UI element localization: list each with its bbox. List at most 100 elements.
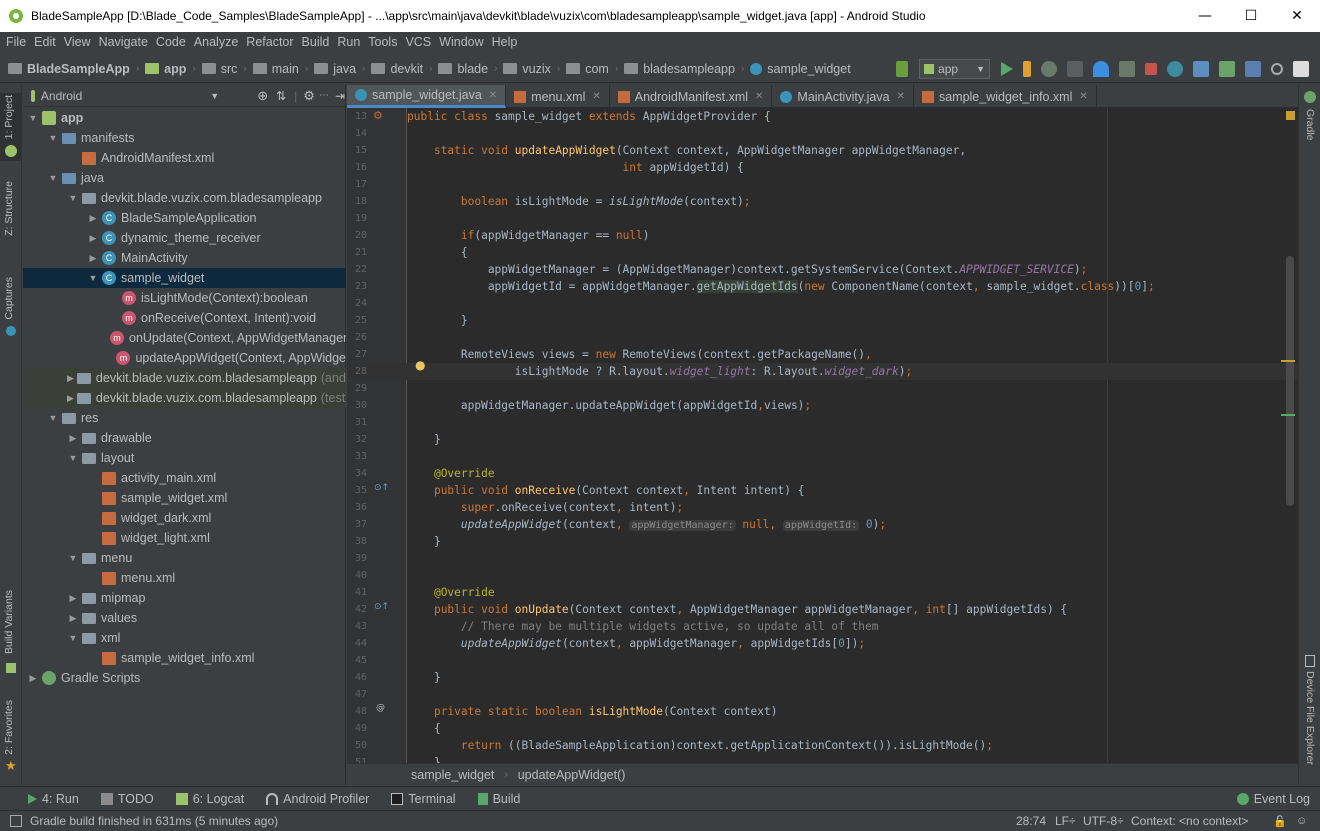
debug-icon[interactable] [1041,61,1057,77]
lightbulb-icon[interactable]: ● [415,358,425,372]
tree-item[interactable]: ▶ mipmap [23,588,346,608]
tree-item[interactable]: ▶ devkit.blade.vuzix.com.bladesampleapp (a… [23,368,346,388]
breadcrumb-method[interactable]: updateAppWidget() [518,768,626,782]
menu-window[interactable]: Window [439,35,483,49]
code-line[interactable]: 43 // There may be multiple widgets acti… [347,618,1298,635]
warning-stripe[interactable] [1281,360,1295,362]
editor-tab[interactable]: MainActivity.java ✕ [772,85,914,108]
code-line[interactable]: 13 public class sample_widget extends App… [347,108,1298,125]
stop-icon[interactable] [1145,63,1157,75]
breadcrumb-item[interactable]: app › [145,62,198,76]
breadcrumb-item[interactable]: main › [252,62,310,76]
chevron-right-icon[interactable]: ▶ [67,433,79,444]
code-line[interactable]: 29 [347,380,1298,397]
breadcrumb-item[interactable]: BladeSampleApp › [8,62,141,76]
tree-item[interactable]: ▶ Cdynamic_theme_receiver [23,228,346,248]
menu-edit[interactable]: Edit [34,35,56,49]
code-line[interactable]: 45 [347,652,1298,669]
breadcrumb-item[interactable]: com › [566,62,620,76]
gear-icon[interactable]: ⚙ [303,88,315,104]
code-line[interactable]: 23 appWidgetId = appWidgetManager.getApp… [347,278,1298,295]
code-line[interactable]: 39 [347,550,1298,567]
code-line[interactable]: 46 } [347,669,1298,686]
breadcrumb-item[interactable]: sample_widget [750,62,851,76]
tree-item[interactable]: ▼ Csample_widget [23,268,346,288]
editor-tab[interactable]: menu.xml ✕ [506,85,610,108]
override-gutter-icon[interactable]: ⊙↑ [374,483,389,493]
code-line[interactable]: 41 @Override [347,584,1298,601]
chevron-icon[interactable]: ⋯ [319,90,329,101]
code-line[interactable]: 31 [347,414,1298,431]
tree-item[interactable]: m updateAppWidget(Context, AppWidge [23,348,346,368]
scroll-from-source-icon[interactable]: ⊕ [257,88,268,104]
code-line[interactable]: 18 boolean isLightMode = isLightMode(con… [347,193,1298,210]
code-line[interactable]: 48 private static boolean isLightMode(Co… [347,703,1298,720]
code-line[interactable]: 24 [347,295,1298,312]
menu-navigate[interactable]: Navigate [99,35,148,49]
tree-item[interactable]: widget_light.xml [23,528,346,548]
lock-icon[interactable]: 🔓 [1273,815,1287,828]
tree-item[interactable]: ▶ devkit.blade.vuzix.com.bladesampleapp (t… [23,388,346,408]
breadcrumb-item[interactable]: blade › [438,62,499,76]
user-icon[interactable] [1293,61,1309,77]
tree-item[interactable]: ▼ devkit.blade.vuzix.com.bladesampleapp [23,188,346,208]
code-line[interactable]: 33 [347,448,1298,465]
tree-item[interactable]: ▶ Gradle Scripts [23,668,346,688]
terminal-tool-button[interactable]: Terminal [391,792,456,806]
minimize-button[interactable]: — [1182,0,1228,32]
tree-item[interactable]: AndroidManifest.xml [23,148,346,168]
chevron-down-icon[interactable]: ▼ [47,413,59,423]
editor-scrollbar[interactable] [1286,256,1294,506]
tab-project[interactable]: 1: Project [3,95,15,139]
tree-item[interactable]: activity_main.xml [23,468,346,488]
code-line[interactable]: 16 int appWidgetId) { [347,159,1298,176]
breadcrumb-item[interactable]: java › [314,62,367,76]
search-icon[interactable] [1271,63,1283,75]
breadcrumb-class[interactable]: sample_widget [411,768,494,782]
code-line[interactable]: 25 } [347,312,1298,329]
close-icon[interactable]: ✕ [755,91,763,102]
tab-captures[interactable]: Captures [3,277,15,320]
code-line[interactable]: 20 if(appWidgetManager == null) [347,227,1298,244]
menu-file[interactable]: File [6,35,26,49]
attach-debugger-icon[interactable] [1119,61,1135,77]
code-line[interactable]: 49 { [347,720,1298,737]
code-line[interactable]: 17 [347,176,1298,193]
chevron-right-icon[interactable]: ▶ [67,613,79,624]
tab-build-variants[interactable]: Build Variants [3,590,15,654]
menu-refactor[interactable]: Refactor [246,35,293,49]
sync-icon[interactable] [1167,61,1183,77]
chevron-right-icon[interactable]: ▶ [87,233,99,244]
menu-code[interactable]: Code [156,35,186,49]
inspector-icon[interactable]: ☺ [1296,815,1307,827]
file-encoding[interactable]: UTF-8÷ [1083,814,1124,828]
chevron-right-icon[interactable]: ▶ [67,593,79,604]
menu-build[interactable]: Build [302,35,330,49]
chevron-right-icon[interactable]: ▶ [67,393,74,404]
event-log-button[interactable]: Event Log [1236,792,1310,806]
tree-item[interactable]: sample_widget.xml [23,488,346,508]
tree-item[interactable]: ▼ res [23,408,346,428]
project-structure-icon[interactable] [1245,61,1261,77]
chevron-down-icon[interactable]: ▼ [67,453,79,463]
run-icon[interactable] [1001,62,1013,76]
tree-item[interactable]: m onUpdate(Context, AppWidgetManager [23,328,346,348]
tree-item[interactable]: ▼ java [23,168,346,188]
chevron-down-icon[interactable]: ▼ [87,273,99,283]
breadcrumb-item[interactable]: bladesampleapp › [624,62,746,76]
project-view-select[interactable]: Android [41,89,82,103]
tree-item[interactable]: m onReceive(Context, Intent):void [23,308,346,328]
close-button[interactable]: ✕ [1274,0,1320,32]
code-line[interactable]: 51 } [347,754,1298,763]
code-line[interactable]: 27 RemoteViews views = new RemoteViews(c… [347,346,1298,363]
code-line[interactable]: 14 [347,125,1298,142]
chevron-right-icon[interactable]: ▶ [87,253,99,264]
code-line[interactable]: 37 updateAppWidget(context, appWidgetMan… [347,516,1298,533]
maximize-button[interactable]: ☐ [1228,0,1274,32]
menu-analyze[interactable]: Analyze [194,35,238,49]
code-line[interactable]: 38 } [347,533,1298,550]
sort-icon[interactable]: ⇅ [276,89,286,103]
avd-manager-icon[interactable] [1193,61,1209,77]
run-config-select[interactable]: app ▼ [919,59,990,79]
breadcrumb-item[interactable]: src › [201,62,249,76]
